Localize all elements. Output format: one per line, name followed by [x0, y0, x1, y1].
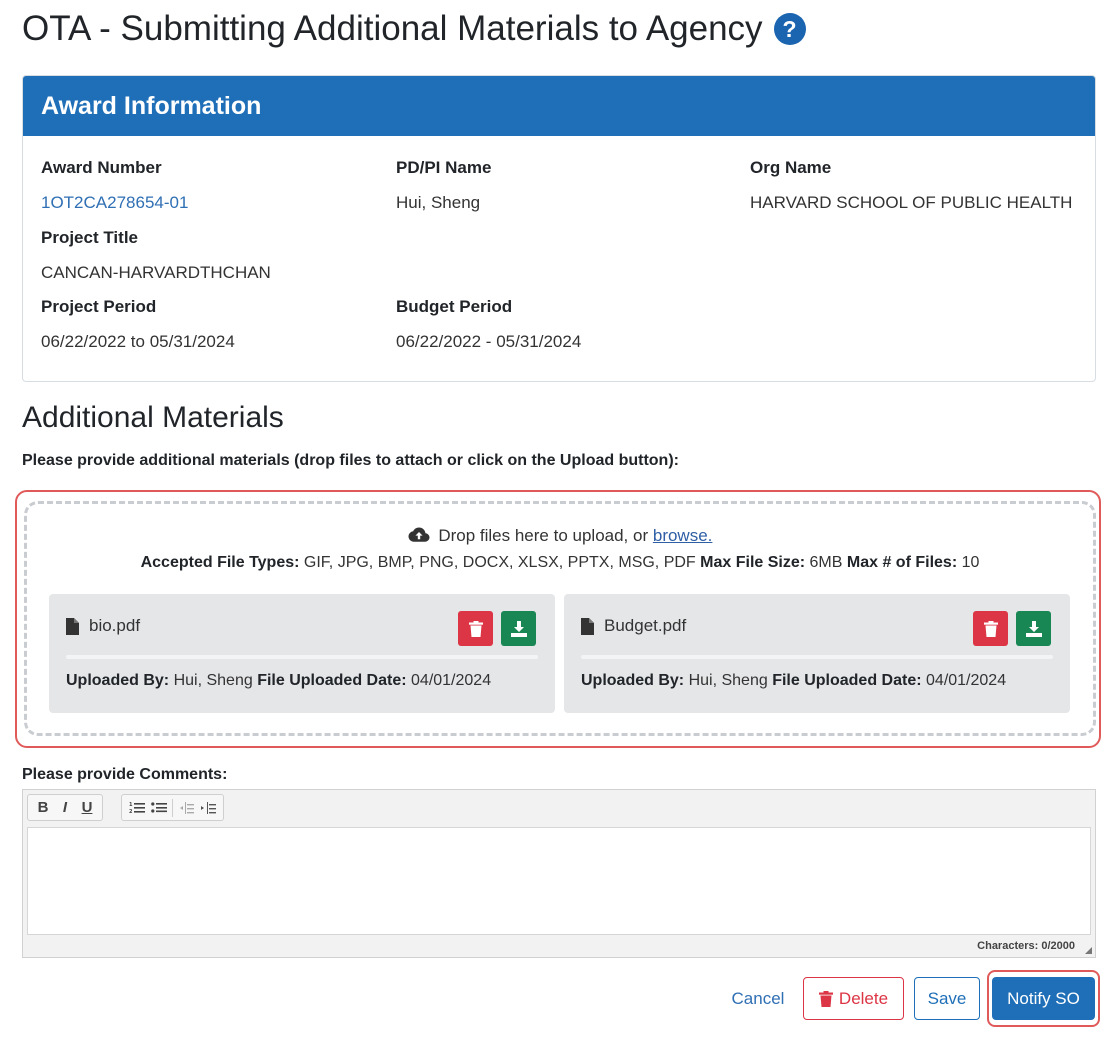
bullet-list-icon	[151, 801, 167, 813]
trash-icon	[983, 620, 998, 637]
max-files-value: 10	[961, 554, 980, 571]
svg-text:2: 2	[129, 809, 133, 815]
page-title: OTA - Submitting Additional Materials to…	[22, 6, 806, 52]
underline-button[interactable]: U	[76, 797, 98, 819]
uploaded-date-value: 04/01/2024	[411, 672, 492, 689]
file-dropzone[interactable]: Drop files here to upload, or browse. Ac…	[24, 501, 1096, 736]
comments-textarea[interactable]	[27, 827, 1091, 935]
toolbar-separator	[172, 798, 173, 817]
file-name: Budget.pdf	[581, 616, 686, 636]
comments-label: Please provide Comments:	[22, 766, 228, 783]
uploaded-by-value: Hui, Sheng	[688, 672, 768, 689]
file-icon	[581, 617, 594, 635]
uploaded-by-value: Hui, Sheng	[173, 672, 253, 689]
indent-icon	[201, 801, 216, 814]
award-number-label: Award Number	[41, 158, 162, 177]
format-toolbar: B I U	[27, 794, 103, 821]
file-meta: Uploaded By: Hui, Sheng File Uploaded Da…	[581, 672, 1006, 690]
bullet-list-button[interactable]	[148, 797, 170, 819]
delete-button-label: Delete	[838, 988, 889, 1008]
download-icon	[510, 620, 527, 637]
trash-icon	[818, 990, 833, 1007]
file-name-text: Budget.pdf	[604, 616, 687, 635]
save-button[interactable]: Save	[914, 977, 980, 1020]
award-information-card: Award Information Award Number 1OT2CA278…	[22, 75, 1096, 382]
file-card: bio.pdf Uploaded By: Hui, Sheng File Upl…	[49, 594, 555, 713]
materials-instruction: Please provide additional materials (dro…	[22, 452, 679, 469]
award-number-link[interactable]: 1OT2CA278654-01	[41, 193, 188, 212]
award-number-value[interactable]: 1OT2CA278654-01	[41, 193, 188, 213]
italic-button[interactable]: I	[54, 797, 76, 819]
budget-period-label: Budget Period	[396, 297, 513, 316]
file-card: Budget.pdf Uploaded By: Hui, Sheng File …	[564, 594, 1070, 713]
outdent-icon	[180, 801, 194, 814]
project-period-value: 06/22/2022 to 05/31/2024	[41, 332, 235, 351]
file-icon	[66, 617, 79, 635]
cancel-button[interactable]: Cancel	[722, 977, 794, 1020]
accepted-types-label: Accepted File Types:	[140, 554, 300, 571]
max-files-label: Max # of Files:	[846, 554, 958, 571]
numbered-list-button[interactable]: 12	[126, 797, 148, 819]
additional-materials-title: Additional Materials	[22, 401, 284, 434]
file-divider	[581, 655, 1053, 659]
project-period-label: Project Period	[41, 297, 157, 316]
accepted-types-value: GIF, JPG, BMP, PNG, DOCX, XLSX, PPTX, MS…	[303, 554, 696, 571]
uploaded-date-value: 04/01/2024	[926, 672, 1007, 689]
max-size-value: 6MB	[809, 554, 843, 571]
trash-icon	[468, 620, 483, 637]
uploaded-by-label: Uploaded By:	[66, 672, 170, 689]
outdent-button[interactable]	[175, 797, 197, 819]
org-name-value: HARVARD SCHOOL OF PUBLIC HEALTH	[750, 193, 1073, 212]
award-information-header: Award Information	[23, 76, 1095, 136]
uploaded-date-label: File Uploaded Date:	[772, 672, 922, 689]
character-count: Characters: 0/2000	[977, 940, 1075, 952]
max-size-label: Max File Size:	[700, 554, 806, 571]
delete-button[interactable]: Delete	[803, 977, 904, 1020]
project-title-value: CANCAN-HARVARDTHCHAN	[41, 263, 271, 282]
comments-editor: B I U 12 Characters: 0/2000	[22, 789, 1096, 958]
file-divider	[66, 655, 538, 659]
indent-button[interactable]	[197, 797, 219, 819]
download-icon	[1025, 620, 1042, 637]
notify-so-button[interactable]: Notify SO	[992, 977, 1095, 1020]
browse-link[interactable]: browse.	[653, 526, 713, 545]
download-file-button[interactable]	[1016, 611, 1051, 646]
file-name: bio.pdf	[66, 616, 140, 636]
budget-period-value: 06/22/2022 - 05/31/2024	[396, 332, 582, 351]
accepted-file-info: Accepted File Types: GIF, JPG, BMP, PNG,…	[27, 554, 1093, 572]
project-title-label: Project Title	[41, 228, 138, 247]
pdpi-value: Hui, Sheng	[396, 193, 481, 212]
file-name-text: bio.pdf	[89, 616, 141, 635]
list-toolbar: 12	[121, 794, 224, 821]
bold-button[interactable]: B	[32, 797, 54, 819]
help-icon[interactable]: ?	[773, 13, 806, 45]
file-meta: Uploaded By: Hui, Sheng File Uploaded Da…	[66, 672, 491, 690]
numbered-list-icon: 12	[129, 802, 145, 815]
org-name-label: Org Name	[750, 158, 832, 177]
pdpi-label: PD/PI Name	[396, 158, 492, 177]
uploaded-date-label: File Uploaded Date:	[257, 672, 407, 689]
svg-text:1: 1	[129, 802, 133, 808]
resize-handle[interactable]	[1085, 947, 1092, 954]
download-file-button[interactable]	[501, 611, 536, 646]
delete-file-button[interactable]	[458, 611, 493, 646]
cloud-upload-icon	[408, 527, 430, 542]
drop-text: Drop files here to upload, or	[438, 526, 649, 545]
delete-file-button[interactable]	[973, 611, 1008, 646]
page-title-text: OTA - Submitting Additional Materials to…	[22, 9, 763, 48]
drop-instruction: Drop files here to upload, or browse.	[27, 526, 1093, 546]
uploaded-by-label: Uploaded By:	[581, 672, 685, 689]
